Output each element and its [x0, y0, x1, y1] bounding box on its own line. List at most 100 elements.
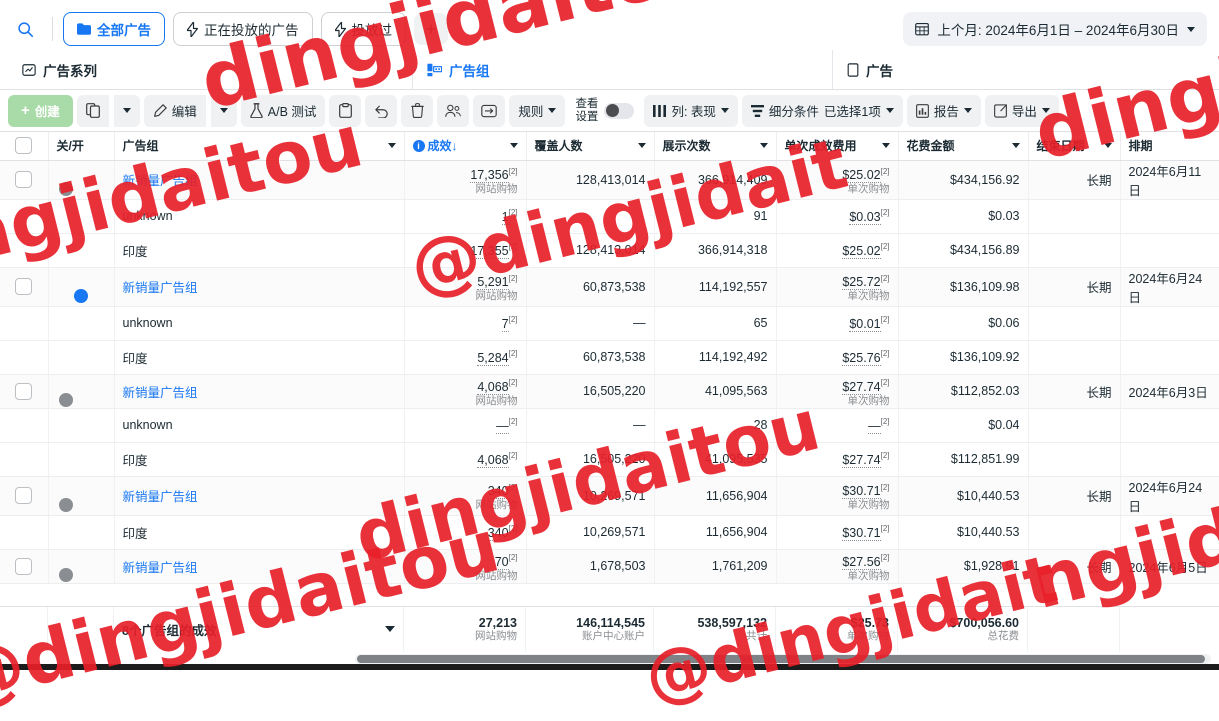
chevron-down-icon[interactable] — [881, 143, 890, 149]
row-checkbox[interactable] — [15, 278, 33, 295]
adset-name-link[interactable]: 新销量广告组 — [123, 174, 198, 188]
chevron-down-icon[interactable] — [387, 143, 396, 149]
edit-button[interactable]: 编辑 — [143, 94, 206, 127]
row-checkbox[interactable] — [15, 382, 33, 400]
reach-cell: 1,678,503 — [526, 549, 655, 584]
table-subrow[interactable]: 印度 17,355[2] 128,413,014 366,914,318 $25.02[… — [0, 233, 1219, 268]
row-toggle-cell[interactable] — [48, 374, 115, 409]
rules-button[interactable]: 规则 — [509, 94, 566, 127]
adsets-table-wrapper[interactable]: 关/开 广告组 i 成效 ↓ 覆盖人数 展示次数 单次成效费用 花费金额 结束日… — [0, 132, 1219, 629]
campaign-icon — [22, 63, 36, 76]
filter-past-ads[interactable]: 投放过 — [320, 12, 406, 46]
subrow-toggle-cell — [48, 515, 115, 550]
row-select-cell[interactable] — [0, 549, 49, 584]
tab-campaigns[interactable]: 广告系列 — [8, 50, 413, 89]
undo-button[interactable] — [365, 94, 398, 127]
row-select-cell[interactable] — [0, 476, 49, 516]
info-icon[interactable]: i — [412, 139, 425, 152]
table-subrow[interactable]: unknown 7[2] —65 $0.01[2] $0.06 — [0, 306, 1219, 341]
adset-name-link[interactable]: 新销量广告组 — [123, 281, 198, 295]
view-settings-toggle[interactable] — [604, 102, 635, 119]
header-amount-spent[interactable]: 花费金额 — [898, 132, 1029, 161]
cost-per-result-cell: $25.02[2] 单次购物 — [776, 160, 899, 200]
row-checkbox[interactable] — [15, 557, 33, 575]
row-toggle-cell[interactable] — [48, 160, 115, 200]
row-checkbox[interactable] — [15, 171, 33, 188]
adset-name-link[interactable]: 新销量广告组 — [123, 490, 198, 504]
summary-label-cell[interactable]: 8个广告组的成效 — [114, 606, 404, 652]
table-subrow[interactable]: unknown —[2] —28 —[2] $0.04 — [0, 408, 1219, 443]
columns-button[interactable]: 列: 表现 — [644, 94, 738, 127]
chevron-down-icon[interactable] — [1103, 143, 1112, 149]
tab-ads[interactable]: 广告 — [833, 50, 1213, 89]
header-select-all[interactable] — [0, 132, 49, 161]
clipboard-button[interactable] — [329, 94, 362, 127]
adset-name-cell[interactable]: 新销量广告组 — [114, 160, 405, 200]
reports-button[interactable]: 报告 — [906, 94, 981, 127]
filter-all-ads[interactable]: 全部广告 — [63, 12, 165, 46]
amount-spent-cell: $0.03 — [898, 199, 1029, 234]
header-impressions[interactable]: 展示次数 — [654, 132, 777, 161]
results-cell: 17,356[2] 网站购物 — [404, 160, 527, 200]
adset-name-cell[interactable]: 新销量广告组 — [114, 267, 405, 307]
end-date-cell: 长期 — [1028, 374, 1121, 409]
row-select-cell[interactable] — [0, 374, 49, 409]
header-adset-name[interactable]: 广告组 — [114, 132, 405, 161]
plus-icon: + — [21, 102, 30, 119]
chevron-down-icon[interactable] — [637, 143, 646, 149]
adset-name-cell[interactable]: 新销量广告组 — [114, 549, 405, 584]
header-results[interactable]: i 成效 ↓ — [404, 132, 527, 161]
export-button[interactable]: 导出 — [984, 94, 1059, 127]
refresh-button[interactable] — [473, 94, 506, 127]
summary-cost-sub: 单次购物 — [847, 630, 889, 642]
chevron-down-icon[interactable] — [385, 626, 395, 632]
edit-dropdown[interactable] — [210, 94, 237, 127]
adset-name-link[interactable]: 新销量广告组 — [123, 386, 198, 400]
view-settings[interactable]: 查看 设置 — [569, 98, 640, 124]
filter-active-ads[interactable]: 正在投放的广告 — [173, 12, 313, 46]
chevron-down-icon[interactable] — [759, 143, 768, 149]
add-filter-button[interactable]: + — [414, 13, 448, 45]
row-toggle-cell[interactable] — [48, 476, 115, 516]
date-range-picker[interactable]: 上个月: 2024年6月1日 – 2024年6月30日 — [903, 12, 1207, 46]
tab-adsets[interactable]: 广告组 — [413, 50, 833, 89]
table-row[interactable]: 新销量广告组 340[2] 网站购物 10,269,571 11,656,904 $30.… — [0, 476, 1219, 516]
table-subrow[interactable]: unknown 1[2] 91 $0.03[2] $0.03 — [0, 199, 1219, 234]
cost-sub: 单次购物 — [847, 569, 890, 582]
table-row[interactable]: 新销量广告组 17,356[2] 网站购物 128,413,014 366,914,40… — [0, 160, 1219, 200]
audience-button[interactable] — [437, 94, 470, 127]
table-row[interactable]: 新销量广告组 4,068[2] 网站购物 16,505,220 41,095,563 $2… — [0, 374, 1219, 409]
duplicate-dropdown[interactable] — [113, 94, 140, 127]
chevron-down-icon[interactable] — [1011, 143, 1020, 149]
delete-button[interactable] — [401, 94, 434, 127]
table-subrow[interactable]: 印度 4,068[2] 16,505,220 41,095,535 $27.74[2] $… — [0, 442, 1219, 477]
table-row[interactable]: 新销量广告组 70[2] 网站购物 1,678,503 1,761,209 $27.56[… — [0, 549, 1219, 584]
chevron-down-icon[interactable] — [509, 143, 518, 149]
header-end-date[interactable]: 结束日期 — [1028, 132, 1121, 161]
summary-results: 27,213 网站购物 — [404, 606, 526, 652]
header-reach[interactable]: 覆盖人数 — [526, 132, 655, 161]
impressions-cell: 114,192,492 — [654, 340, 777, 375]
cost-sub: 单次购物 — [847, 183, 890, 196]
breakdown-button[interactable]: 细分条件 已选择1项 — [741, 94, 903, 127]
row-select-cell[interactable] — [0, 160, 49, 200]
row-toggle-cell[interactable] — [48, 267, 115, 307]
table-row[interactable]: 新销量广告组 5,291[2] 网站购物 60,873,538 114,192,557 $… — [0, 267, 1219, 307]
header-cost-per-result[interactable]: 单次成效费用 — [776, 132, 899, 161]
scrollbar-thumb[interactable] — [357, 655, 1205, 663]
adsets-table: 关/开 广告组 i 成效 ↓ 覆盖人数 展示次数 单次成效费用 花费金额 结束日… — [0, 132, 1219, 584]
table-subrow[interactable]: 印度 5,284[2] 60,873,538 114,192,492 $25.76[2]… — [0, 340, 1219, 375]
adset-name-cell[interactable]: 新销量广告组 — [114, 476, 405, 516]
adset-name-cell[interactable]: 新销量广告组 — [114, 374, 405, 409]
horizontal-scrollbar[interactable] — [0, 654, 1219, 664]
ab-test-button[interactable]: A/B 测试 — [240, 94, 326, 127]
adset-name-link[interactable]: 新销量广告组 — [123, 561, 198, 575]
table-subrow[interactable]: 印度 340[2] 10,269,571 11,656,904 $30.71[2] $10… — [0, 515, 1219, 550]
row-select-cell[interactable] — [0, 267, 49, 307]
select-all-checkbox[interactable] — [15, 137, 33, 155]
create-button[interactable]: + 创建 — [8, 94, 73, 127]
row-checkbox[interactable] — [15, 487, 33, 504]
duplicate-button[interactable] — [76, 94, 109, 127]
search-button[interactable] — [8, 12, 42, 46]
row-toggle-cell[interactable] — [48, 549, 115, 584]
